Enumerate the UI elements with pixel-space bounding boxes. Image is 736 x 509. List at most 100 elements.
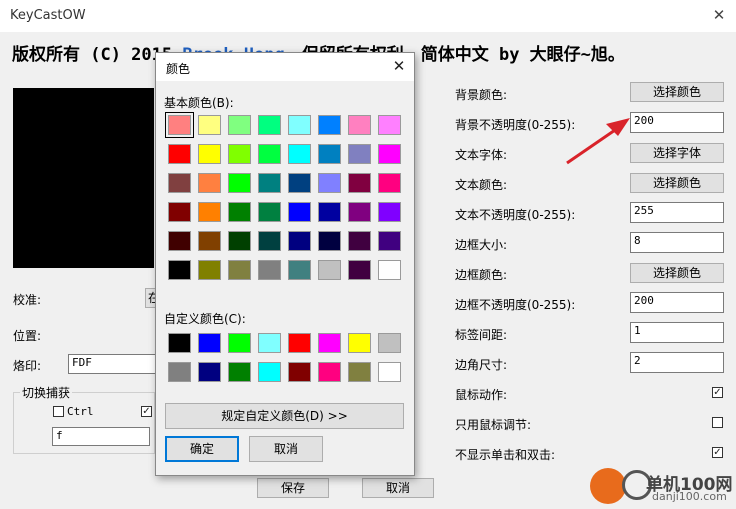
color-swatch[interactable] <box>318 231 341 251</box>
window-title: KeyCastOW <box>10 8 86 23</box>
color-swatch[interactable] <box>228 333 251 353</box>
color-swatch[interactable] <box>348 115 371 135</box>
color-swatch[interactable] <box>258 260 281 280</box>
text-opacity-input[interactable]: 255 <box>630 202 724 223</box>
color-swatch[interactable] <box>288 333 311 353</box>
color-swatch[interactable] <box>228 202 251 222</box>
color-swatch[interactable] <box>288 231 311 251</box>
color-swatch[interactable] <box>228 115 251 135</box>
color-swatch[interactable] <box>258 173 281 193</box>
color-swatch[interactable] <box>318 333 341 353</box>
color-swatch[interactable] <box>228 144 251 164</box>
dialog-title: 颜色 <box>166 62 191 76</box>
color-swatch[interactable] <box>318 260 341 280</box>
color-swatch[interactable] <box>318 362 341 382</box>
color-swatch[interactable] <box>228 362 251 382</box>
toggle-capture-title: 切换捕获 <box>20 384 73 401</box>
color-swatch[interactable] <box>318 202 341 222</box>
color-swatch[interactable] <box>258 144 281 164</box>
color-swatch[interactable] <box>378 144 401 164</box>
color-swatch[interactable] <box>348 333 371 353</box>
color-swatch[interactable] <box>168 260 191 280</box>
color-swatch[interactable] <box>168 202 191 222</box>
color-swatch[interactable] <box>258 333 281 353</box>
color-swatch[interactable] <box>318 144 341 164</box>
close-icon[interactable]: ✕ <box>710 6 728 24</box>
color-swatch[interactable] <box>348 173 371 193</box>
bg-opacity-input[interactable]: 200 <box>630 112 724 133</box>
custom-colors-label: 自定义颜色(C): <box>164 312 246 326</box>
color-swatch[interactable] <box>258 202 281 222</box>
color-swatch[interactable] <box>348 362 371 382</box>
color-swatch[interactable] <box>198 231 221 251</box>
dialog-cancel-button[interactable]: 取消 <box>249 436 323 462</box>
color-swatch[interactable] <box>378 231 401 251</box>
color-swatch[interactable] <box>168 362 191 382</box>
color-swatch[interactable] <box>318 173 341 193</box>
bg-color-button[interactable]: 选择颜色 <box>630 82 724 102</box>
text-font-label: 文本字体: <box>455 148 508 162</box>
color-swatch[interactable] <box>348 231 371 251</box>
color-swatch[interactable] <box>378 115 401 135</box>
label-spacing-input[interactable]: 1 <box>630 322 724 343</box>
border-size-label: 边框大小: <box>455 238 508 252</box>
bg-color-label: 背景颜色: <box>455 88 508 102</box>
color-swatch[interactable] <box>348 144 371 164</box>
color-swatch[interactable] <box>258 115 281 135</box>
color-swatch[interactable] <box>168 144 191 164</box>
color-swatch[interactable] <box>348 202 371 222</box>
ok-button[interactable]: 确定 <box>165 436 239 462</box>
no-clicks-checkbox[interactable]: ✓ <box>712 447 723 458</box>
define-custom-colors-button[interactable]: 规定自定义颜色(D) >> <box>165 403 404 429</box>
color-swatch[interactable] <box>288 115 311 135</box>
color-swatch[interactable] <box>198 333 221 353</box>
color-swatch[interactable] <box>198 202 221 222</box>
color-swatch[interactable] <box>198 362 221 382</box>
corner-size-input[interactable]: 2 <box>630 352 724 373</box>
color-swatch[interactable] <box>168 173 191 193</box>
border-opacity-input[interactable]: 200 <box>630 292 724 313</box>
border-color-button[interactable]: 选择颜色 <box>630 263 724 283</box>
color-swatch[interactable] <box>258 362 281 382</box>
color-swatch[interactable] <box>198 144 221 164</box>
color-swatch[interactable] <box>228 231 251 251</box>
color-swatch[interactable] <box>165 112 194 138</box>
color-swatch[interactable] <box>378 362 401 382</box>
border-size-input[interactable]: 8 <box>630 232 724 253</box>
color-swatch[interactable] <box>378 333 401 353</box>
label-spacing-label: 标签间距: <box>455 328 508 342</box>
color-swatch[interactable] <box>348 260 371 280</box>
color-swatch[interactable] <box>198 173 221 193</box>
color-swatch[interactable] <box>288 144 311 164</box>
dialog-title-bar <box>156 53 414 81</box>
border-opacity-label: 边框不透明度(0-255): <box>455 298 576 312</box>
hotkey-input[interactable]: f <box>52 427 150 446</box>
text-color-button[interactable]: 选择颜色 <box>630 173 724 193</box>
color-swatch[interactable] <box>198 260 221 280</box>
color-swatch[interactable] <box>318 115 341 135</box>
mouse-action-checkbox[interactable]: ✓ <box>712 387 723 398</box>
color-swatch[interactable] <box>288 362 311 382</box>
color-swatch[interactable] <box>228 260 251 280</box>
color-swatch[interactable] <box>288 260 311 280</box>
color-swatch[interactable] <box>378 202 401 222</box>
color-swatch[interactable] <box>378 260 401 280</box>
save-button[interactable]: 保存 <box>257 478 329 498</box>
color-swatch[interactable] <box>168 231 191 251</box>
color-swatch[interactable] <box>288 202 311 222</box>
color-swatch[interactable] <box>198 115 221 135</box>
text-font-button[interactable]: 选择字体 <box>630 143 724 163</box>
color-swatch[interactable] <box>168 333 191 353</box>
ctrl-checkbox[interactable] <box>53 406 64 417</box>
preview-area <box>13 88 154 268</box>
branding-label: 烙印: <box>13 359 42 373</box>
alt-checkbox[interactable]: ✓ <box>141 406 152 417</box>
dialog-close-icon[interactable]: ✕ <box>390 57 408 75</box>
color-swatch[interactable] <box>378 173 401 193</box>
color-swatch[interactable] <box>288 173 311 193</box>
cancel-button[interactable]: 取消 <box>362 478 434 498</box>
mouse-only-checkbox[interactable] <box>712 417 723 428</box>
branding-input[interactable]: FDF <box>68 354 156 374</box>
color-swatch[interactable] <box>228 173 251 193</box>
color-swatch[interactable] <box>258 231 281 251</box>
